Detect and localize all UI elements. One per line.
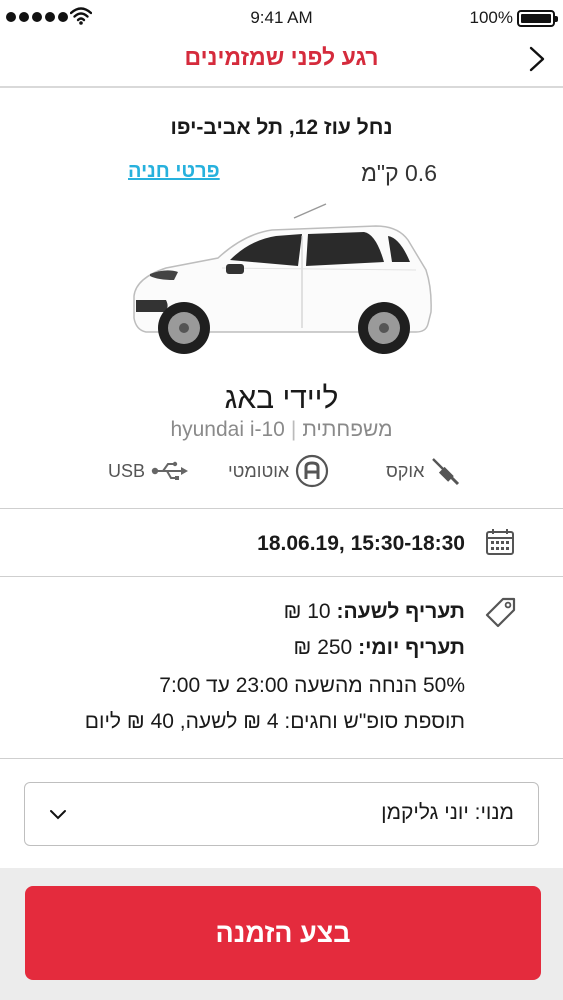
car-model-line: hyundai i-10 | משפחתית xyxy=(0,418,563,442)
booking-date-row: 15:30-18:30 ,18.06.19 xyxy=(0,510,563,576)
car-category: משפחתית xyxy=(302,418,393,441)
divider xyxy=(0,508,563,509)
car-name: ליידי באג xyxy=(224,382,339,415)
night-discount: 50% הנחה מהשעה 23:00 עד 7:00 xyxy=(159,674,465,697)
status-bar: 9:41 AM 100% xyxy=(0,0,563,36)
booking-date-time: 15:30-18:30 ,18.06.19 xyxy=(257,532,465,555)
daily-rate-value: 250 ₪ xyxy=(293,636,353,659)
usb-icon xyxy=(151,461,189,480)
price-tag-icon xyxy=(485,597,516,628)
hourly-rate-value: 10 ₪ xyxy=(283,600,331,623)
calendar-icon xyxy=(486,529,514,555)
divider xyxy=(0,758,563,759)
feature-aux: אוקס xyxy=(386,454,460,488)
daily-rate: תעריף יומי: 250 ₪ xyxy=(294,636,465,660)
hourly-rate: תעריף לשעה: 10 ₪ xyxy=(284,600,465,624)
feature-label: USB xyxy=(108,460,146,481)
hourly-rate-label: תעריף לשעה: xyxy=(336,600,465,623)
subscription-value: מנוי: יוני גליקמן xyxy=(381,801,514,824)
chevron-down-icon xyxy=(50,810,66,820)
parking-address: נחל עוז 12, תל אביב-יפו xyxy=(170,116,393,139)
separator: | xyxy=(290,418,297,441)
feature-label: אוטומטי xyxy=(228,460,290,481)
page-header: רגע לפני שמזמינים xyxy=(0,36,563,88)
aux-cable-icon xyxy=(432,458,460,486)
distance-value: 0.6 ק"מ xyxy=(361,160,437,186)
parking-details-link[interactable]: פרטי חניה xyxy=(128,160,220,183)
feature-automatic: אוטומטי xyxy=(228,454,329,488)
battery-icon xyxy=(517,10,558,27)
automatic-gear-icon xyxy=(296,454,329,488)
car-model: hyundai i-10 xyxy=(170,418,285,441)
chevron-right-icon[interactable] xyxy=(525,44,549,74)
place-order-button[interactable]: בצע הזמנה xyxy=(25,886,541,980)
car-features: USB אוטומטי אוקס xyxy=(0,454,563,488)
feature-label: אוקס xyxy=(386,460,425,481)
weekend-surcharge: תוספת סופ"ש וחגים: 4 ₪ לשעה, 40 ₪ ליום xyxy=(84,710,465,733)
car-image xyxy=(133,203,432,354)
subscription-select[interactable]: מנוי: יוני גליקמן xyxy=(24,782,539,846)
divider xyxy=(0,576,563,577)
feature-usb: USB xyxy=(108,454,189,488)
daily-rate-label: תעריף יומי: xyxy=(358,636,465,659)
battery-percentage: 100% xyxy=(469,8,513,27)
page-title: רגע לפני שמזמינים xyxy=(184,44,379,70)
